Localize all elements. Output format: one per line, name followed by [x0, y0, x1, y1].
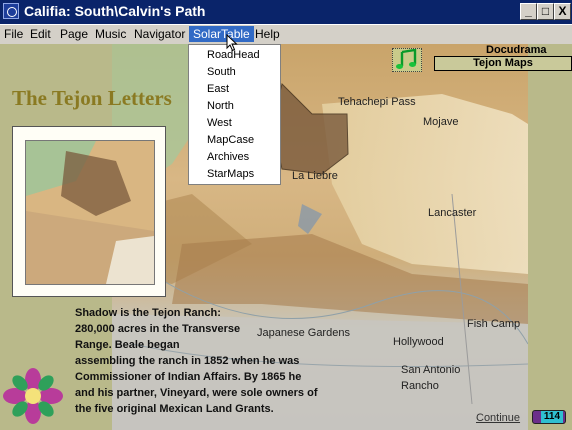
page-number: 114 — [541, 411, 563, 423]
inset-map-graphic — [26, 141, 154, 284]
map-label-rancho: Rancho — [401, 380, 439, 392]
menu-navigator[interactable]: Navigator — [130, 26, 189, 42]
califia-flower-logo-icon[interactable] — [3, 367, 63, 425]
body-line: assembling the ranch in 1852 when he was — [75, 355, 300, 367]
dropdown-item-archives[interactable]: Archives — [189, 149, 280, 166]
page-number-badge[interactable]: 114 — [532, 410, 566, 424]
map-label-san-antonio: San Antonio — [401, 364, 461, 376]
cursor-graphic — [226, 33, 238, 52]
music-note-button[interactable] — [392, 48, 422, 72]
docudrama-link[interactable]: Docudrama — [486, 44, 547, 56]
body-line: Commissioner of Indian Affairs. By 1865 … — [75, 371, 302, 383]
menu-help[interactable]: Help — [251, 26, 284, 42]
dropdown-item-south[interactable]: South — [189, 64, 280, 81]
body-line: and his partner, Vineyard, were sole own… — [75, 387, 318, 399]
body-line: the five original Mexican Land Grants. — [75, 403, 274, 415]
map-label-tehachapi: Tehachepi Pass — [338, 96, 416, 108]
dropdown-item-east[interactable]: East — [189, 81, 280, 98]
inset-photo-frame — [12, 126, 166, 297]
menu-bar-highlight — [0, 24, 572, 25]
window-title: Califia: South\Calvin's Path — [24, 3, 206, 19]
dropdown-item-starmaps[interactable]: StarMaps — [189, 166, 280, 183]
body-line: 280,000 acres in the Transverse — [75, 323, 241, 335]
body-line: Range. Beale began — [75, 339, 180, 351]
maximize-button[interactable]: □ — [537, 3, 554, 20]
dropdown-item-west[interactable]: West — [189, 115, 280, 132]
dropdown-item-north[interactable]: North — [189, 98, 280, 115]
map-label-hollywood: Hollywood — [393, 336, 444, 348]
tejon-maps-button[interactable]: Tejon Maps — [434, 56, 572, 71]
map-label-fish-camp: Fish Camp — [467, 318, 521, 330]
menu-music[interactable]: Music — [91, 26, 130, 42]
app-icon[interactable] — [3, 3, 19, 19]
title-bar: Califia: South\Calvin's Path _ □ X — [0, 0, 572, 24]
inset-map-image — [25, 140, 155, 285]
solartable-dropdown-menu: RoadHead South East North West MapCase A… — [188, 44, 281, 185]
mouse-cursor-icon — [226, 33, 238, 57]
continue-link[interactable]: Continue — [476, 412, 520, 424]
body-line: Shadow is the Tejon Ranch: — [75, 307, 221, 319]
map-label-mojave: Mojave — [423, 116, 459, 128]
map-label-lancaster: Lancaster — [428, 207, 477, 219]
menu-solartable[interactable]: SolarTable — [189, 26, 254, 42]
menu-page[interactable]: Page — [56, 26, 92, 42]
page-body-text: Shadow is the Tejon Ranch: 280,000 acres… — [75, 305, 360, 417]
map-label-la-liebre: La Liebre — [292, 170, 338, 182]
menu-file[interactable]: File — [0, 26, 27, 42]
close-button[interactable]: X — [554, 3, 571, 20]
menu-edit[interactable]: Edit — [26, 26, 55, 42]
menu-bar: File Edit Page Music Navigator SolarTabl… — [0, 24, 572, 44]
page-heading: The Tejon Letters — [12, 86, 172, 110]
music-note-icon — [396, 48, 417, 69]
dropdown-item-mapcase[interactable]: MapCase — [189, 132, 280, 149]
minimize-button[interactable]: _ — [520, 3, 537, 20]
logo-graphic — [3, 368, 63, 424]
